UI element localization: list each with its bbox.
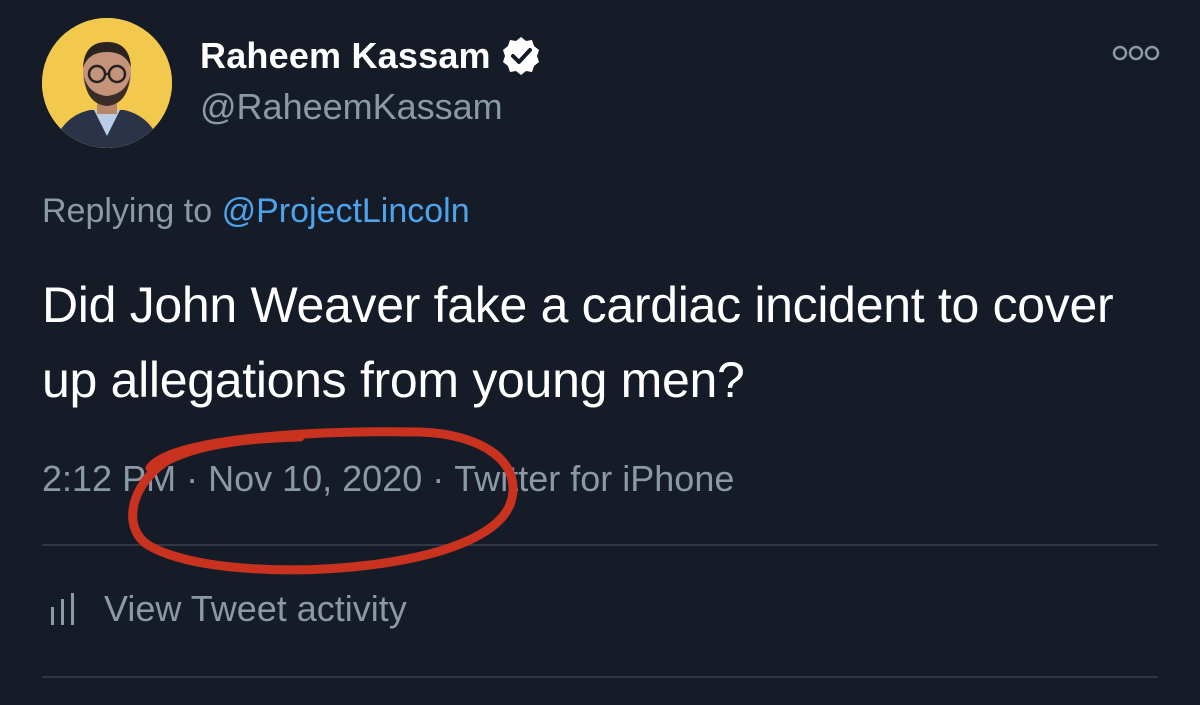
verified-badge-icon bbox=[499, 34, 543, 78]
tweet-metadata: 2:12 PM · Nov 10, 2020 · Twitter for iPhone bbox=[42, 458, 734, 500]
tweet-source: Twitter for iPhone bbox=[454, 458, 735, 499]
divider bbox=[42, 544, 1158, 546]
author-display-name[interactable]: Raheem Kassam bbox=[200, 35, 491, 77]
author-name-row[interactable]: Raheem Kassam bbox=[200, 34, 543, 78]
more-options-icon[interactable] bbox=[1112, 44, 1160, 62]
meta-separator: · bbox=[186, 458, 199, 499]
tweet-text: Did John Weaver fake a cardiac incident … bbox=[42, 277, 1114, 408]
replying-to-label: Replying to bbox=[42, 192, 213, 230]
reply-mention-link[interactable]: @ProjectLincoln bbox=[222, 192, 470, 230]
author-handle[interactable]: @RaheemKassam bbox=[200, 86, 503, 128]
divider bbox=[42, 676, 1158, 678]
replying-to-line: Replying to @ProjectLincoln bbox=[42, 192, 470, 231]
tweet-date[interactable]: Nov 10, 2020 bbox=[208, 458, 422, 499]
tweet-detail: Raheem Kassam @RaheemKassam Replying to … bbox=[0, 0, 1200, 705]
view-tweet-activity-button[interactable]: View Tweet activity bbox=[48, 588, 407, 630]
view-tweet-activity-label: View Tweet activity bbox=[104, 588, 407, 629]
meta-separator: · bbox=[432, 458, 445, 499]
tweet-time[interactable]: 2:12 PM bbox=[42, 458, 176, 499]
avatar[interactable] bbox=[42, 18, 172, 148]
bar-chart-icon bbox=[48, 589, 82, 629]
